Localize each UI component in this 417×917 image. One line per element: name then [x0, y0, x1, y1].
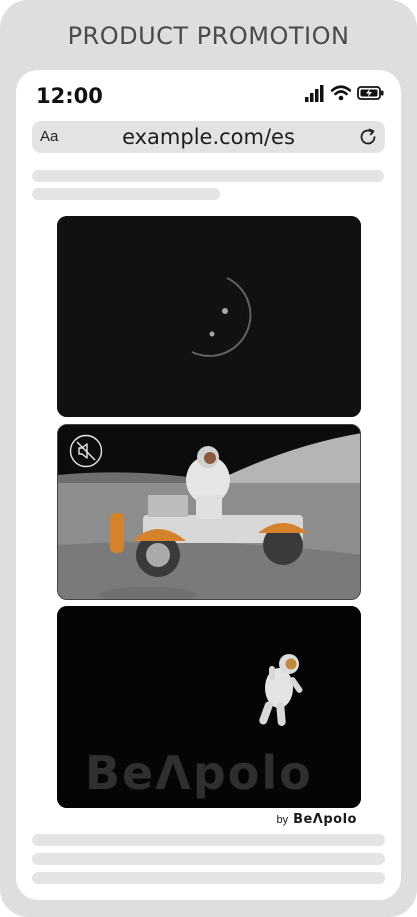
address-bar[interactable]: Aa example.com/es	[32, 121, 385, 153]
wifi-icon	[331, 85, 351, 101]
status-icons	[305, 84, 385, 102]
skeleton-line	[32, 188, 220, 200]
cellular-signal-icon	[305, 84, 324, 102]
credit[interactable]: by BeΛpolo	[276, 812, 357, 827]
url-text[interactable]: example.com/es	[32, 125, 385, 149]
status-time: 12:00	[36, 84, 103, 108]
skeleton-line	[32, 834, 385, 846]
credit-by: by	[276, 814, 289, 826]
astronaut-panel[interactable]: BeΛpolo	[57, 606, 361, 808]
skeleton-line	[32, 853, 385, 865]
moon-panel[interactable]	[57, 216, 361, 417]
credit-brand-logo[interactable]: BeΛpolo	[293, 812, 357, 827]
device-frame: PRODUCT PROMOTION 12:00 Aa example.com/e…	[0, 0, 417, 917]
lunar-rover-image	[58, 425, 360, 599]
muted-speaker-icon[interactable]	[69, 434, 103, 468]
frame-title: PRODUCT PROMOTION	[67, 22, 350, 50]
reload-icon[interactable]	[358, 127, 378, 147]
lunar-rover-panel[interactable]	[57, 424, 361, 600]
skeleton-line	[32, 170, 384, 182]
skeleton-line	[32, 872, 385, 884]
watermark-logo: BeΛpolo	[85, 746, 313, 800]
moon-image	[57, 216, 361, 417]
phone-screen: 12:00 Aa example.com/es BeΛpolo by BeΛpo…	[16, 70, 401, 900]
battery-charging-icon	[357, 86, 384, 100]
